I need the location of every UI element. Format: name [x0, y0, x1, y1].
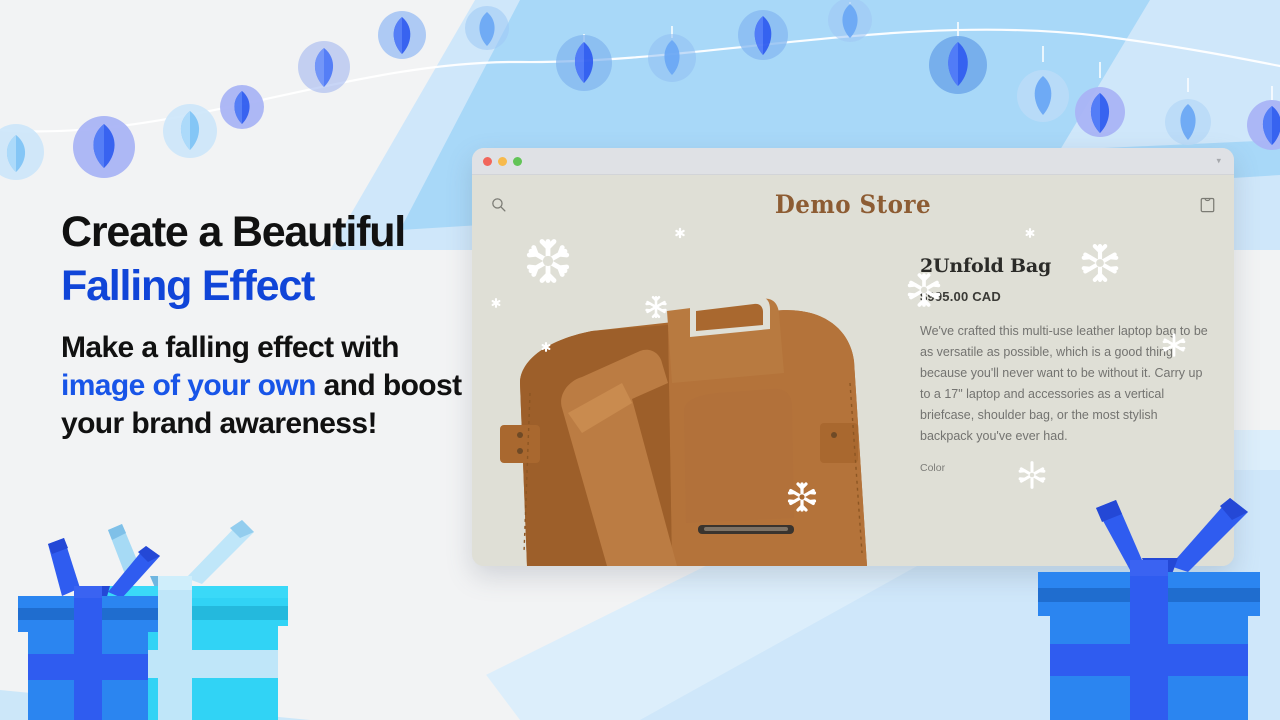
sub-line-1: Make a falling effect with: [61, 331, 399, 364]
subheadline: Make a falling effect with image of your…: [61, 329, 481, 443]
sub-line-4: awareness!: [219, 407, 377, 440]
headline: Create a Beautiful Falling Effect: [61, 205, 481, 313]
chevron-down-icon[interactable]: ▾: [1216, 156, 1221, 166]
store-header: Demo Store: [472, 175, 1234, 233]
maximize-window-button[interactable]: [513, 156, 522, 166]
product-price: $995.00 CAD: [920, 289, 1001, 304]
headline-line-1: Create a Beautiful: [61, 208, 406, 256]
product-description: We've crafted this multi-use leather lap…: [920, 324, 1208, 443]
store-title: Demo Store: [774, 189, 932, 219]
browser-titlebar: ▾: [472, 148, 1234, 175]
product-section: 2Unfold Bag $995.00 CAD We've crafted th…: [472, 233, 1234, 566]
marketing-copy: Create a Beautiful Falling Effect Make a…: [61, 205, 481, 443]
product-details: 2Unfold Bag $995.00 CAD We've crafted th…: [892, 233, 1234, 566]
store-page: Demo Store 2Unfold Bag $995.00 CAD We've…: [472, 175, 1234, 566]
product-image[interactable]: [472, 233, 892, 566]
minimize-window-button[interactable]: [498, 156, 507, 166]
color-option-label: Color: [920, 462, 946, 474]
sub-line-2: and: [315, 369, 376, 402]
headline-line-2: Falling Effect: [61, 262, 315, 310]
sub-highlight: image of your own: [61, 369, 316, 402]
gift-boxes-left: [18, 520, 288, 720]
product-title: 2Unfold Bag: [920, 255, 1052, 277]
browser-window-mockup: ▾ Demo Store 2Unfold Bag $995.00 CAD We'…: [472, 148, 1234, 566]
close-window-button[interactable]: [483, 156, 492, 166]
promo-banner: Create a Beautiful Falling Effect Make a…: [0, 0, 1280, 720]
